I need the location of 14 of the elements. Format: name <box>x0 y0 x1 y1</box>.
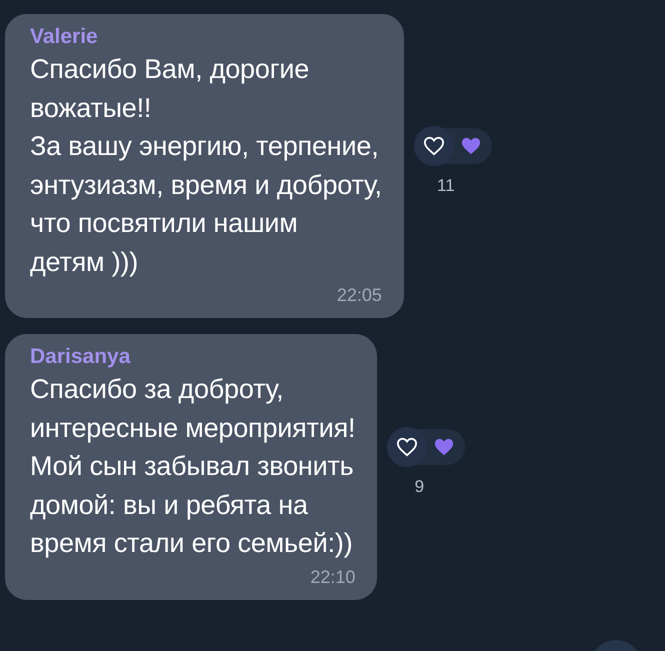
reaction-count: 11 <box>437 176 456 196</box>
message-text: Спасибо Вам, дорогие вожатые!! За вашу энергию, терпение, энтузиазм, время и доброту, что посвятили нашим детям ))) <box>30 53 382 279</box>
reaction-button[interactable] <box>387 428 466 465</box>
author-name: Darisanya <box>30 344 132 370</box>
message-time: 22:05 <box>336 285 382 306</box>
message-time: 22:10 <box>309 566 356 588</box>
heart-outline-icon <box>422 136 445 156</box>
heart-icon <box>460 136 482 156</box>
reaction-count: 9 <box>414 476 426 497</box>
heart-icon <box>433 436 456 457</box>
heart-outline-icon <box>396 436 418 457</box>
author-name: Valerie <box>30 24 99 50</box>
message-text: Спасибо за доброту, интересные мероприятия! Мой сын забывал звонить домой: вы и ребята на время стали его семьей:)) <box>30 373 356 560</box>
reaction-button[interactable] <box>414 128 492 164</box>
